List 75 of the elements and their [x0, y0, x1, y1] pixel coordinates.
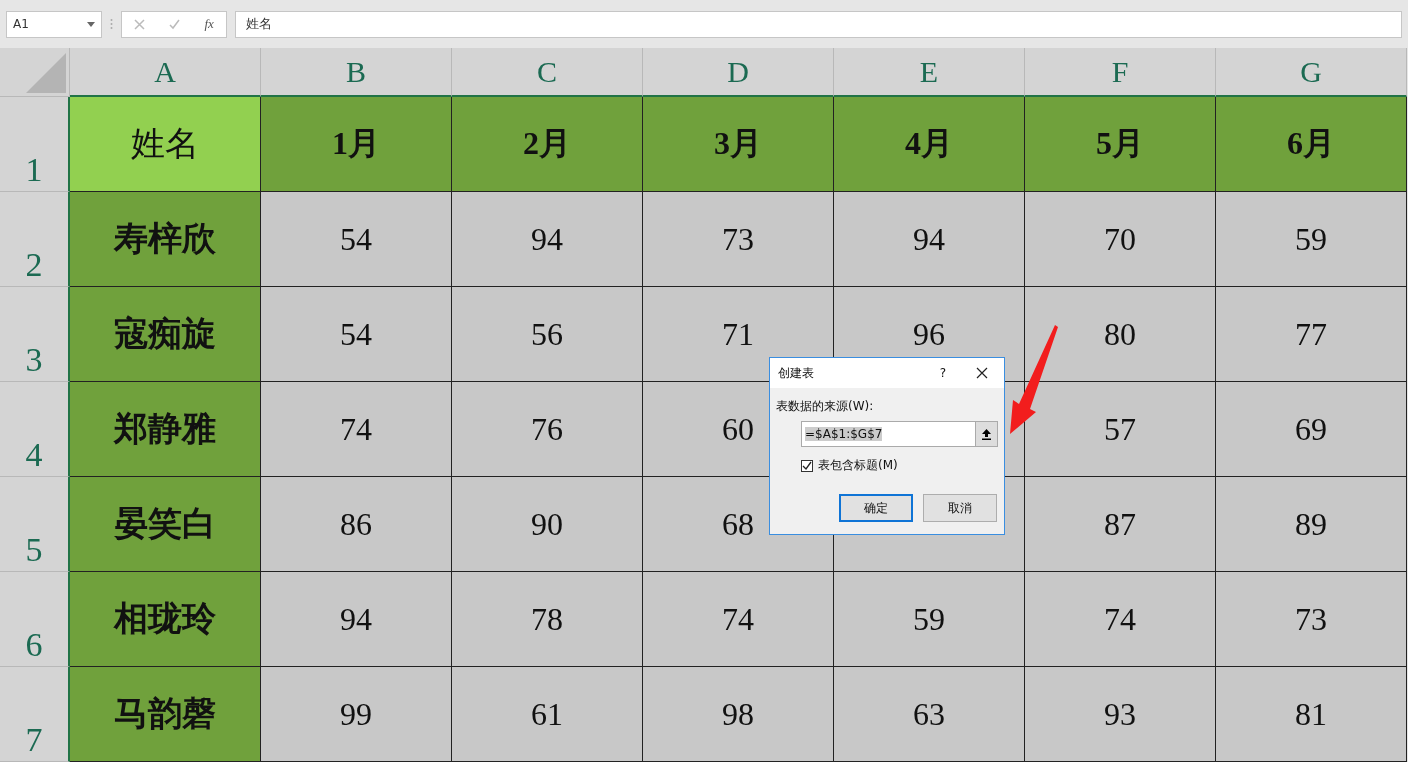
table-cell: 74	[261, 382, 452, 477]
table-cell: 74	[1025, 572, 1216, 667]
table-cell: 99	[261, 667, 452, 762]
table-cell: 89	[1216, 477, 1407, 572]
table-cell: 54	[261, 192, 452, 287]
arrow-icon	[1009, 325, 1059, 435]
name-box[interactable]: A1	[6, 10, 102, 38]
table-cell: 57	[1025, 382, 1216, 477]
collapse-button[interactable]	[975, 421, 998, 447]
insert-function-button[interactable]: fx	[204, 16, 214, 32]
column-header[interactable]: D	[643, 48, 834, 97]
table-cell: 77	[1216, 287, 1407, 382]
table-cell: 94	[452, 192, 643, 287]
column-header[interactable]: E	[834, 48, 1025, 97]
table-cell: 78	[452, 572, 643, 667]
table-cell: 73	[643, 192, 834, 287]
table-cell: 郑静雅	[70, 382, 261, 477]
cancel-icon[interactable]	[134, 18, 146, 30]
table-cell: 5月	[1025, 97, 1216, 192]
column-header[interactable]: G	[1216, 48, 1407, 97]
table-cell: 56	[452, 287, 643, 382]
table-cell: 晏笑白	[70, 477, 261, 572]
dialog-button[interactable]: 确定	[839, 494, 913, 522]
help-button[interactable]: ?	[926, 366, 960, 380]
table-cell: 59	[834, 572, 1025, 667]
grip-icon	[110, 18, 113, 30]
close-icon	[976, 367, 988, 379]
row-header[interactable]: 6	[0, 572, 70, 667]
table-cell: 姓名	[70, 97, 261, 192]
table-cell: 98	[643, 667, 834, 762]
column-header[interactable]: A	[70, 48, 261, 97]
table-cell: 59	[1216, 192, 1407, 287]
table-cell: 70	[1025, 192, 1216, 287]
table-cell: 2月	[452, 97, 643, 192]
table-cell: 1月	[261, 97, 452, 192]
dialog-title: 创建表	[778, 364, 815, 382]
dialog-button[interactable]: 取消	[923, 494, 997, 522]
caret-icon	[87, 21, 95, 27]
table-cell: 94	[834, 192, 1025, 287]
row-header[interactable]: 1	[0, 97, 70, 192]
table-cell: 61	[452, 667, 643, 762]
row-header[interactable]: 3	[0, 287, 70, 382]
table-cell: 4月	[834, 97, 1025, 192]
table-cell: 93	[1025, 667, 1216, 762]
table-cell: 76	[452, 382, 643, 477]
upload-icon	[981, 428, 992, 440]
table-cell: 寇痴旋	[70, 287, 261, 382]
table-cell: 81	[1216, 667, 1407, 762]
checkbox[interactable]	[801, 459, 813, 472]
formula-field[interactable]: 姓名	[235, 10, 1402, 38]
table-cell: 73	[1216, 572, 1407, 667]
table-cell: 54	[261, 287, 452, 382]
table-cell: 63	[834, 667, 1025, 762]
table-cell: 马韵磬	[70, 667, 261, 762]
table-cell: 94	[261, 572, 452, 667]
table-cell: 3月	[643, 97, 834, 192]
row-header[interactable]: 2	[0, 192, 70, 287]
column-header[interactable]: F	[1025, 48, 1216, 97]
column-header[interactable]: B	[261, 48, 452, 97]
select-all-icon[interactable]	[26, 53, 66, 93]
table-cell: 寿梓欣	[70, 192, 261, 287]
table-cell: 86	[261, 477, 452, 572]
table-cell: 6月	[1216, 97, 1407, 192]
table-cell: 87	[1025, 477, 1216, 572]
check-icon[interactable]	[169, 18, 181, 30]
table-cell: 80	[1025, 287, 1216, 382]
range-field[interactable]: =$A$1:$G$7	[801, 421, 975, 447]
table-cell: 74	[643, 572, 834, 667]
column-header[interactable]: C	[452, 48, 643, 97]
table-cell: 90	[452, 477, 643, 572]
row-header[interactable]: 5	[0, 477, 70, 572]
row-header[interactable]: 7	[0, 667, 70, 762]
row-header[interactable]: 4	[0, 382, 70, 477]
table-cell: 69	[1216, 382, 1407, 477]
table-cell: 相珑玲	[70, 572, 261, 667]
